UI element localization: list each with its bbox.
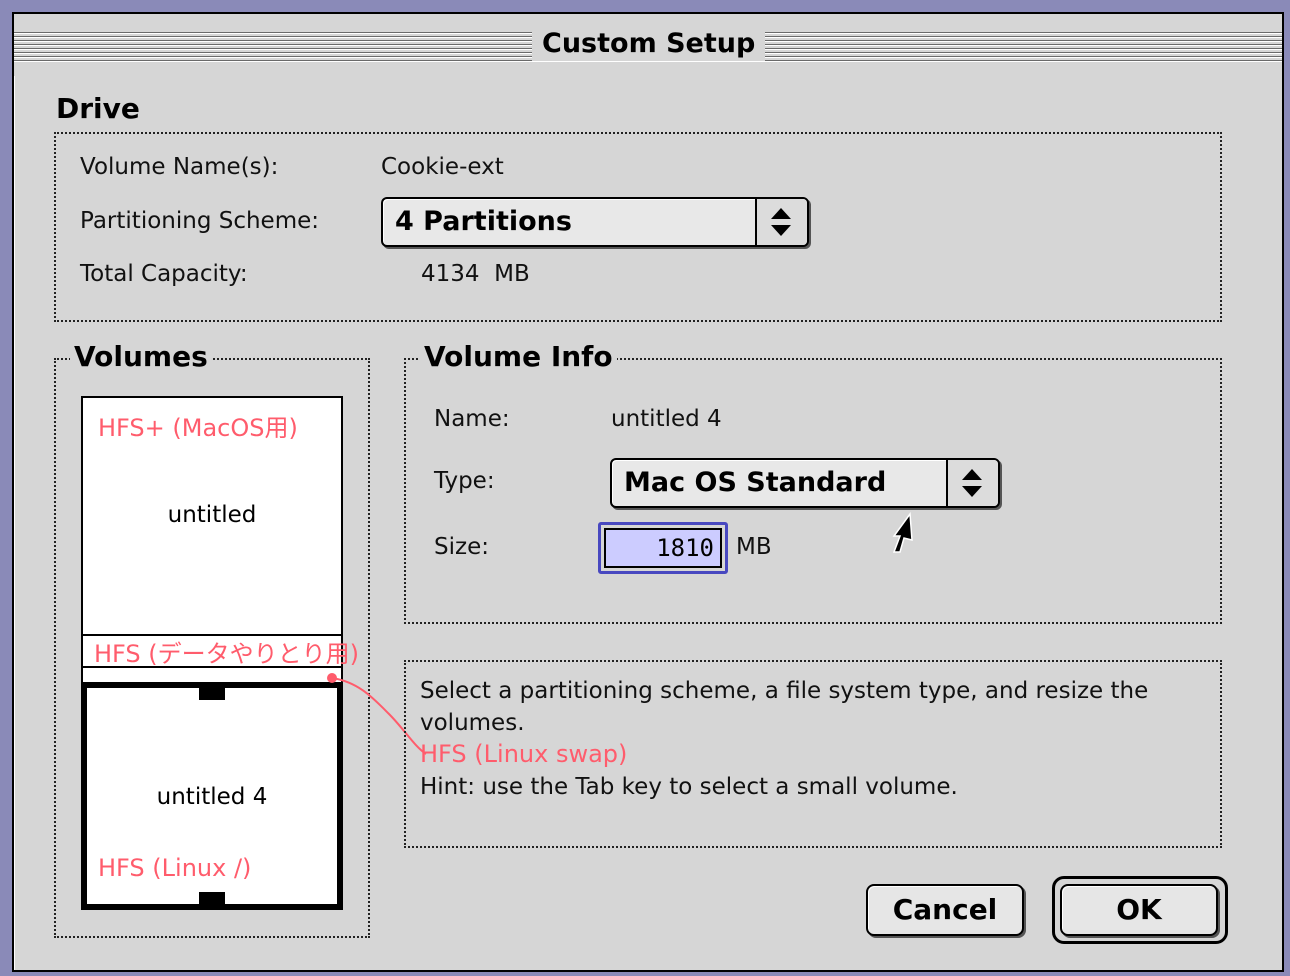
partitioning-scheme-popup[interactable]: 4 Partitions [381, 197, 809, 247]
volume-info-heading: Volume Info [420, 340, 617, 373]
hint-text: Hint: use the Tab key to select a small … [420, 774, 958, 800]
cancel-button[interactable]: Cancel [866, 884, 1024, 936]
total-capacity-value: 4134 MB [421, 261, 530, 287]
top-resize-handle[interactable] [199, 684, 225, 700]
volume-4-name: untitled 4 [156, 784, 268, 810]
mouse-cursor-icon [892, 512, 913, 553]
volume-names-label: Volume Name(s): [80, 154, 279, 180]
custom-setup-dialog: Custom Setup Drive Volume Name(s): Cooki… [12, 12, 1284, 972]
partitioning-scheme-value: 4 Partitions [395, 206, 572, 237]
type-label: Type: [434, 468, 495, 494]
help-text-line-2: volumes. [420, 710, 525, 736]
volume-partition-3[interactable] [83, 668, 341, 684]
total-capacity-label: Total Capacity: [80, 261, 248, 287]
name-value: untitled 4 [611, 406, 722, 432]
ok-button[interactable]: OK [1060, 884, 1218, 936]
size-label: Size: [434, 534, 489, 560]
popup-arrows-icon [755, 199, 807, 245]
size-focus-ring: 1810 [598, 522, 728, 574]
annotation-linux-root: HFS (Linux /) [98, 854, 252, 882]
volume-1-name: untitled [167, 502, 257, 528]
window-title: Custom Setup [532, 27, 766, 61]
ok-default-ring: OK [1052, 876, 1228, 944]
name-label: Name: [434, 406, 510, 432]
size-unit: MB [736, 534, 772, 560]
annotation-hfs-plus: HFS+ (MacOS用) [98, 414, 298, 442]
popup-arrows-icon [946, 460, 998, 506]
file-system-type-value: Mac OS Standard [624, 467, 887, 498]
bottom-resize-handle[interactable] [199, 892, 225, 908]
size-input[interactable]: 1810 [604, 528, 722, 568]
drive-heading: Drive [56, 92, 140, 125]
volumes-heading: Volumes [70, 340, 212, 373]
volume-names-value: Cookie-ext [381, 154, 504, 180]
help-text-line-1: Select a partitioning scheme, a file sys… [420, 678, 1149, 704]
file-system-type-popup[interactable]: Mac OS Standard [610, 458, 1000, 508]
partitioning-scheme-label: Partitioning Scheme: [80, 208, 320, 234]
